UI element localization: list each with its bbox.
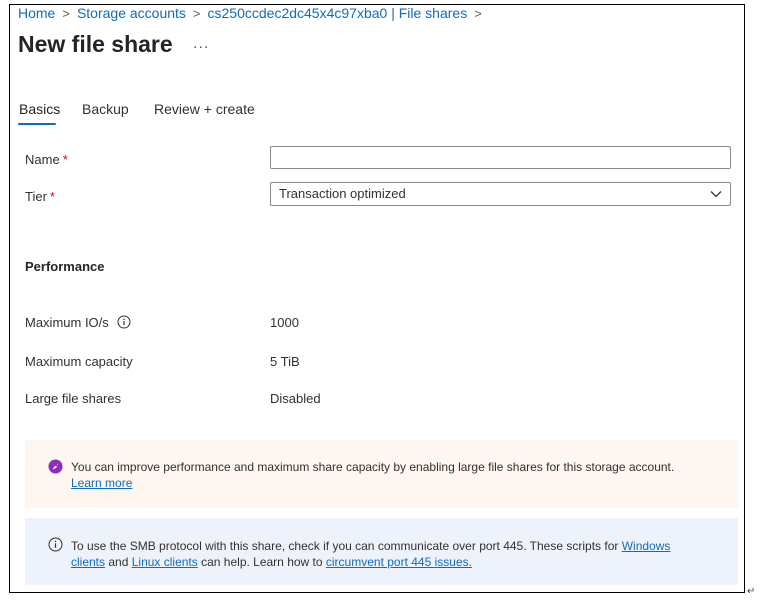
more-options-button[interactable]: ... (193, 35, 209, 53)
name-label: Name * (25, 152, 68, 167)
info-icon (48, 537, 63, 552)
breadcrumb: Home > Storage accounts > cs250ccdec2dc4… (18, 3, 489, 23)
learn-more-link[interactable]: Learn more (71, 476, 132, 490)
tier-label: Tier * (25, 189, 55, 204)
chevron-right-icon: > (192, 5, 201, 21)
chevron-right-icon: > (474, 5, 482, 21)
active-tab-indicator (18, 123, 56, 125)
tier-dropdown[interactable]: Transaction optimized (270, 182, 731, 206)
name-input[interactable] (270, 146, 731, 169)
linux-clients-link[interactable]: Linux clients (132, 555, 198, 569)
chevron-right-icon: > (62, 5, 70, 21)
breadcrumb-file-shares[interactable]: cs250ccdec2dc45x4c97xba0 | File shares (208, 5, 468, 21)
tier-selected-value: Transaction optimized (279, 186, 406, 201)
max-io-value: 1000 (270, 315, 299, 330)
warning-message: You can improve performance and maximum … (71, 460, 675, 490)
rocket-icon (48, 459, 63, 474)
info-message: To use the SMB protocol with this share,… (71, 539, 671, 569)
breadcrumb-storage-accounts[interactable]: Storage accounts (77, 5, 186, 21)
page-title: New file share (18, 31, 173, 57)
tab-basics[interactable]: Basics (19, 101, 60, 117)
max-capacity-value: 5 TiB (270, 354, 300, 369)
large-file-shares-value: Disabled (270, 391, 321, 406)
smb-info-banner: To use the SMB protocol with this share,… (25, 518, 738, 585)
circumvent-port-link[interactable]: circumvent port 445 issues. (326, 555, 472, 569)
performance-heading: Performance (25, 259, 105, 274)
info-icon[interactable] (117, 315, 131, 329)
return-mark: ↵ (747, 586, 756, 597)
breadcrumb-home[interactable]: Home (18, 5, 55, 21)
tab-backup[interactable]: Backup (82, 101, 129, 117)
large-file-shares-label: Large file shares (25, 391, 122, 406)
required-mark: * (49, 189, 55, 204)
required-mark: * (62, 152, 68, 167)
tab-review-create[interactable]: Review + create (154, 101, 255, 117)
large-file-shares-banner: You can improve performance and maximum … (25, 440, 738, 508)
max-capacity-label: Maximum capacity (25, 354, 133, 369)
max-io-label: Maximum IO/s (25, 315, 109, 330)
chevron-down-icon (710, 191, 722, 198)
